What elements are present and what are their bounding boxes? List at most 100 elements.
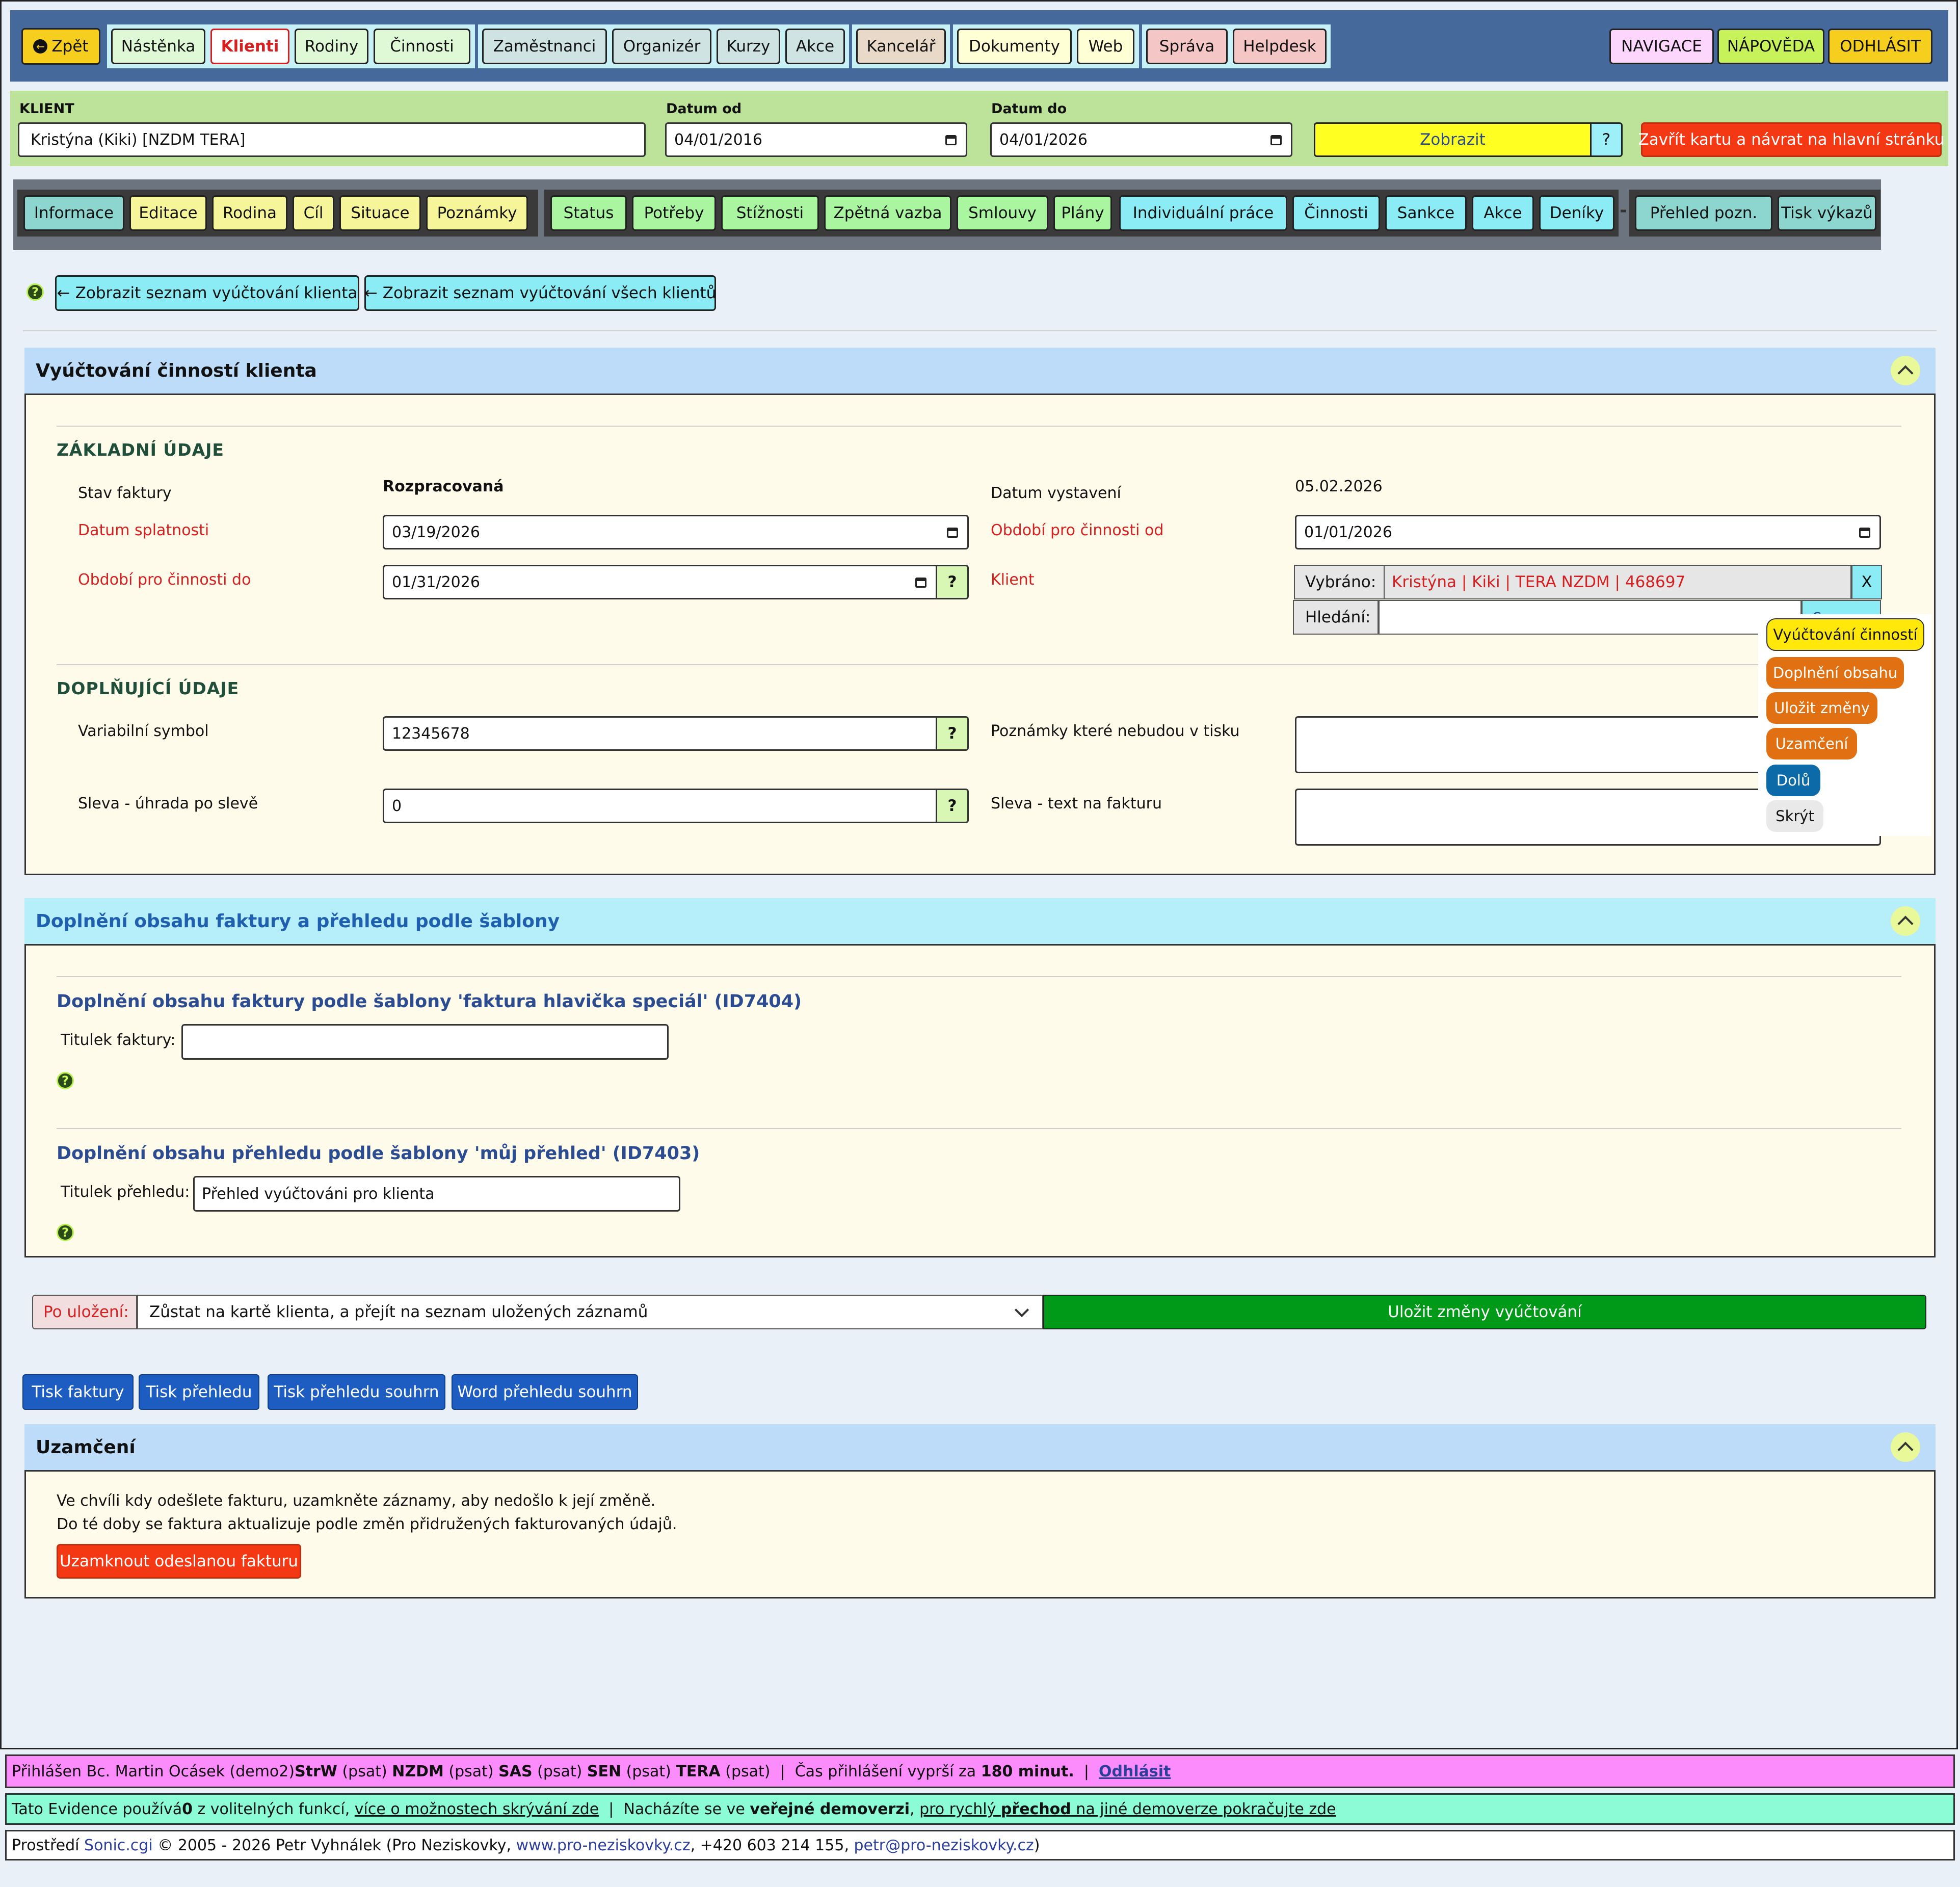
tab-plany[interactable]: Plány	[1053, 195, 1112, 231]
print-overview-summary-button[interactable]: Tisk přehledu souhrn	[268, 1374, 445, 1410]
tab-potreby[interactable]: Potřeby	[632, 195, 716, 231]
splatnost-input[interactable]: 03/19/2026	[383, 515, 969, 549]
close-card-button[interactable]: Zavřít kartu a návrat na hlavní stránku	[1638, 122, 1944, 157]
calendar-icon[interactable]	[1270, 135, 1282, 145]
back-arrow-icon: ←	[33, 39, 48, 54]
navigace-button[interactable]: NAVIGACE	[1609, 29, 1714, 64]
quick-nav-lock[interactable]: Uzamčení	[1766, 728, 1857, 759]
tab-sankce[interactable]: Sankce	[1385, 195, 1467, 231]
nav-helpdesk[interactable]: Helpdesk	[1233, 29, 1327, 64]
help-icon[interactable]: ?	[57, 1072, 74, 1089]
obdobi-do-help-button[interactable]: ?	[937, 565, 969, 599]
print-invoice-button[interactable]: Tisk faktury	[22, 1374, 134, 1410]
nav-kurzy[interactable]: Kurzy	[717, 29, 780, 64]
calendar-icon[interactable]	[1859, 528, 1870, 538]
lock-invoice-button[interactable]: Uzamknout odeslanou fakturu	[57, 1544, 301, 1579]
datum-do-label: Datum do	[991, 101, 1067, 117]
tab-deniky[interactable]: Deníky	[1539, 195, 1614, 231]
zobrazit-button[interactable]: Zobrazit	[1314, 122, 1592, 157]
nav-akce[interactable]: Akce	[785, 29, 845, 64]
nav-dokumenty[interactable]: Dokumenty	[957, 29, 1072, 64]
tab-akce[interactable]: Akce	[1472, 195, 1534, 231]
word-overview-summary-button[interactable]: Word přehledu souhrn	[452, 1374, 638, 1410]
datum-od-input[interactable]: 04/01/2016	[665, 122, 967, 157]
nav-zamestnanci[interactable]: Zaměstnanci	[482, 29, 607, 64]
vs-help-button[interactable]: ?	[937, 716, 969, 751]
help-icon[interactable]: ?	[57, 1224, 74, 1241]
tab-prehled-pozn[interactable]: Přehled pozn.	[1635, 195, 1772, 231]
vybrano-value: Kristýna | Kiki | TERA NZDM | 468697	[1385, 565, 1851, 599]
divider	[23, 330, 1937, 331]
nav-organizer[interactable]: Organizér	[612, 29, 711, 64]
quick-nav-save[interactable]: Uložit změny	[1766, 692, 1877, 724]
client-tabs-bar: Informace Editace Rodina Cíl Situace Poz…	[13, 179, 1881, 250]
titulek-faktury-label: Titulek faktury:	[61, 1031, 176, 1049]
tab-cinnosti[interactable]: Činnosti	[1292, 195, 1380, 231]
tab-poznamky[interactable]: Poznámky	[426, 195, 528, 231]
nav-kancelar[interactable]: Kancelář	[856, 29, 946, 64]
odhlasit-button[interactable]: ODHLÁSIT	[1828, 29, 1932, 64]
nav-cinnosti[interactable]: Činnosti	[374, 29, 470, 64]
hledani-input[interactable]	[1379, 600, 1802, 635]
print-overview-button[interactable]: Tisk přehledu	[139, 1374, 259, 1410]
calendar-icon[interactable]	[915, 578, 926, 588]
nav-web[interactable]: Web	[1077, 29, 1134, 64]
sleva-input[interactable]: 0	[383, 789, 937, 823]
quick-nav-hide[interactable]: Skrýt	[1766, 800, 1823, 832]
lock-section-header[interactable]: Uzamčení	[24, 1424, 1936, 1470]
nav-klienti[interactable]: Klienti	[210, 29, 289, 64]
quick-nav-template[interactable]: Doplnění obsahu	[1766, 657, 1904, 689]
back-button[interactable]: ← Zpět	[21, 28, 100, 65]
obdobi-od-label: Období pro činnosti od	[991, 521, 1164, 539]
tab-informace[interactable]: Informace	[23, 195, 124, 231]
quick-nav-down[interactable]: Dolů	[1766, 765, 1820, 796]
po-ulozeni-label: Po uložení:	[32, 1295, 137, 1329]
nav-rodiny[interactable]: Rodiny	[295, 29, 368, 64]
tab-tisk-vykazu[interactable]: Tisk výkazů	[1778, 195, 1876, 231]
quick-nav-billing[interactable]: Vyúčtování činností	[1766, 618, 1924, 651]
tab-editace[interactable]: Editace	[129, 195, 207, 231]
nav-nastenka[interactable]: Nástěnka	[111, 29, 205, 64]
nav-sprava[interactable]: Správa	[1146, 29, 1228, 64]
sleva-help-button[interactable]: ?	[937, 789, 969, 823]
tab-rodina[interactable]: Rodina	[212, 195, 287, 231]
list-client-billing-button[interactable]: ← Zobrazit seznam vyúčtování klienta	[55, 275, 359, 311]
tab-individualni-prace[interactable]: Individuální práce	[1119, 195, 1287, 231]
tab-stiznosti[interactable]: Stížnosti	[721, 195, 819, 231]
divider	[57, 664, 1901, 665]
obdobi-od-input[interactable]: 01/01/2026	[1295, 515, 1881, 549]
collapse-icon[interactable]	[1891, 1432, 1920, 1462]
template-section-header[interactable]: Doplnění obsahu faktury a přehledu podle…	[24, 898, 1936, 944]
vs-input[interactable]: 12345678	[383, 716, 937, 751]
sonic-link[interactable]: Sonic.cgi	[84, 1837, 153, 1854]
tab-zpetna-vazba[interactable]: Zpětná vazba	[824, 195, 951, 231]
tab-cil[interactable]: Cíl	[293, 195, 334, 231]
tab-situace[interactable]: Situace	[339, 195, 421, 231]
napoveda-button[interactable]: NÁPOVĚDA	[1717, 29, 1824, 64]
email-link[interactable]: petr@pro-neziskovky.cz	[854, 1837, 1034, 1854]
calendar-icon[interactable]	[947, 528, 958, 538]
collapse-icon[interactable]	[1891, 356, 1920, 385]
titulek-faktury-input[interactable]	[181, 1024, 669, 1060]
list-all-billing-button[interactable]: ← Zobrazit seznam vyúčtování všech klient…	[364, 275, 716, 311]
logout-link[interactable]: Odhlásit	[1099, 1763, 1171, 1780]
obdobi-do-input[interactable]: 01/31/2026	[383, 565, 937, 599]
help-icon[interactable]: ?	[27, 283, 44, 301]
datum-do-input[interactable]: 04/01/2026	[990, 122, 1292, 157]
tab-smlouvy[interactable]: Smlouvy	[957, 195, 1048, 231]
website-link[interactable]: www.pro-neziskovky.cz	[516, 1837, 691, 1854]
calendar-icon[interactable]	[945, 135, 957, 145]
clear-client-button[interactable]: X	[1851, 565, 1882, 599]
vystaveni-value: 05.02.2026	[1295, 478, 1383, 495]
collapse-icon[interactable]	[1891, 906, 1920, 936]
filter-help-button[interactable]: ?	[1590, 122, 1623, 157]
lock-panel: Ve chvíli kdy odešlete fakturu, uzamknět…	[24, 1470, 1936, 1598]
titulek-prehledu-input[interactable]: Přehled vyúčtováni pro klienta	[193, 1176, 680, 1212]
after-save-select[interactable]: Zůstat na kartě klienta, a přejít na sez…	[137, 1295, 1043, 1329]
save-billing-button[interactable]: Uložit změny vyúčtování	[1043, 1295, 1926, 1329]
tab-status[interactable]: Status	[550, 195, 627, 231]
demo-switch-link[interactable]: pro rychlý přechod na jiné demoverze pok…	[919, 1800, 1336, 1818]
klient-input[interactable]: Kristýna (Kiki) [NZDM TERA]	[18, 122, 646, 157]
hiding-options-link[interactable]: více o možnostech skrývání zde	[355, 1800, 599, 1818]
billing-section-header[interactable]: Vyúčtování činností klienta	[24, 348, 1936, 394]
